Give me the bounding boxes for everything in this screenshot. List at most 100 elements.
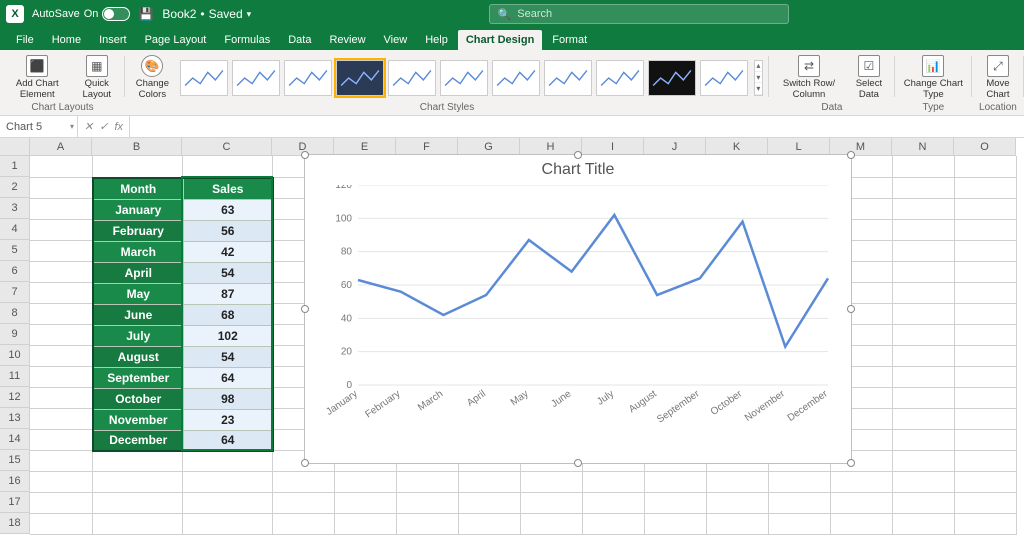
row-header[interactable]: 15 bbox=[0, 450, 30, 471]
style-gallery-scroll[interactable]: ▴▾▾ bbox=[754, 60, 763, 96]
row-header[interactable]: 8 bbox=[0, 303, 30, 324]
chart-title[interactable]: Chart Title bbox=[305, 155, 851, 185]
chart-style-thumb[interactable] bbox=[700, 60, 748, 96]
row-header[interactable]: 11 bbox=[0, 366, 30, 387]
row-header[interactable]: 1 bbox=[0, 156, 30, 177]
svg-text:100: 100 bbox=[335, 213, 352, 224]
resize-handle[interactable] bbox=[847, 305, 855, 313]
spreadsheet-grid[interactable]: ABCDEFGHIJKLMNO 123456789101112131415161… bbox=[0, 138, 1024, 536]
row-header[interactable]: 10 bbox=[0, 345, 30, 366]
data-table[interactable]: MonthSalesJanuary63February56March42Apri… bbox=[92, 177, 274, 452]
select-all-corner[interactable] bbox=[0, 138, 30, 156]
chart-style-thumb[interactable] bbox=[284, 60, 332, 96]
tab-chart-design[interactable]: Chart Design bbox=[458, 30, 542, 50]
chart-style-thumb[interactable] bbox=[440, 60, 488, 96]
select-data-button[interactable]: ☑ Select Data bbox=[849, 53, 889, 102]
row-header[interactable]: 12 bbox=[0, 387, 30, 408]
tab-help[interactable]: Help bbox=[417, 30, 456, 50]
tab-page-layout[interactable]: Page Layout bbox=[137, 30, 215, 50]
move-chart-button[interactable]: ⤢ Move Chart bbox=[978, 53, 1018, 102]
chart-style-thumb[interactable] bbox=[180, 60, 228, 96]
table-row[interactable]: January63 bbox=[93, 199, 273, 220]
chart-style-thumb[interactable] bbox=[388, 60, 436, 96]
embedded-chart[interactable]: Chart Title 020406080100120JanuaryFebrua… bbox=[304, 154, 852, 464]
resize-handle[interactable] bbox=[574, 459, 582, 467]
cancel-icon[interactable]: ✕ bbox=[84, 120, 93, 133]
tab-file[interactable]: File bbox=[8, 30, 42, 50]
column-header[interactable]: A bbox=[30, 138, 92, 156]
table-row[interactable]: March42 bbox=[93, 241, 273, 262]
row-header[interactable]: 6 bbox=[0, 261, 30, 282]
table-row[interactable]: December64 bbox=[93, 430, 273, 451]
row-header[interactable]: 4 bbox=[0, 219, 30, 240]
chart-style-thumb[interactable] bbox=[648, 60, 696, 96]
row-header[interactable]: 7 bbox=[0, 282, 30, 303]
tab-insert[interactable]: Insert bbox=[91, 30, 135, 50]
resize-handle[interactable] bbox=[301, 151, 309, 159]
table-header-cell[interactable]: Month bbox=[93, 178, 183, 199]
tab-data[interactable]: Data bbox=[280, 30, 319, 50]
fx-icon[interactable]: fx bbox=[114, 121, 123, 133]
table-row[interactable]: November23 bbox=[93, 409, 273, 430]
autosave-state: On bbox=[84, 8, 99, 20]
table-row[interactable]: April54 bbox=[93, 262, 273, 283]
search-icon: 🔍 bbox=[498, 8, 512, 21]
confirm-icon[interactable]: ✓ bbox=[99, 120, 108, 133]
chart-style-thumb[interactable] bbox=[232, 60, 280, 96]
resize-handle[interactable] bbox=[301, 459, 309, 467]
excel-logo-icon: X bbox=[6, 5, 24, 23]
document-name[interactable]: Book2 • Saved ▾ bbox=[162, 7, 251, 21]
chart-style-thumb[interactable] bbox=[596, 60, 644, 96]
row-header[interactable]: 18 bbox=[0, 513, 30, 534]
ribbon-group-data: ⇄ Switch Row/ Column ☑ Select Data Data bbox=[769, 50, 895, 115]
resize-handle[interactable] bbox=[847, 459, 855, 467]
resize-handle[interactable] bbox=[574, 151, 582, 159]
save-icon[interactable]: 💾 bbox=[138, 6, 154, 22]
change-chart-type-button[interactable]: 📊 Change Chart Type bbox=[901, 53, 966, 102]
row-header[interactable]: 3 bbox=[0, 198, 30, 219]
chart-plot-area[interactable]: 020406080100120JanuaryFebruaryMarchApril… bbox=[318, 185, 838, 445]
change-colors-button[interactable]: 🎨 Change Colors bbox=[131, 53, 174, 102]
row-header[interactable]: 9 bbox=[0, 324, 30, 345]
svg-text:60: 60 bbox=[341, 280, 353, 291]
quick-layout-button[interactable]: ▦ Quick Layout bbox=[75, 53, 119, 102]
tab-review[interactable]: Review bbox=[321, 30, 373, 50]
row-header[interactable]: 14 bbox=[0, 429, 30, 450]
table-header-cell[interactable]: Sales bbox=[183, 178, 273, 199]
add-chart-element-button[interactable]: ⬛ Add Chart Element bbox=[6, 53, 69, 102]
tab-format[interactable]: Format bbox=[544, 30, 595, 50]
table-row[interactable]: May87 bbox=[93, 283, 273, 304]
resize-handle[interactable] bbox=[301, 305, 309, 313]
formula-input[interactable] bbox=[130, 116, 1024, 137]
row-header[interactable]: 16 bbox=[0, 471, 30, 492]
column-header[interactable]: N bbox=[892, 138, 954, 156]
svg-text:September: September bbox=[655, 388, 702, 425]
column-header[interactable]: C bbox=[182, 138, 272, 156]
column-header[interactable]: O bbox=[954, 138, 1016, 156]
table-row[interactable]: September64 bbox=[93, 367, 273, 388]
cells-area[interactable]: MonthSalesJanuary63February56March42Apri… bbox=[30, 156, 1024, 536]
table-row[interactable]: August54 bbox=[93, 346, 273, 367]
chart-style-thumb[interactable] bbox=[544, 60, 592, 96]
row-header[interactable]: 2 bbox=[0, 177, 30, 198]
table-row[interactable]: July102 bbox=[93, 325, 273, 346]
row-header[interactable]: 17 bbox=[0, 492, 30, 513]
chart-style-thumb[interactable] bbox=[336, 60, 384, 96]
row-header[interactable]: 13 bbox=[0, 408, 30, 429]
table-row[interactable]: June68 bbox=[93, 304, 273, 325]
table-row[interactable]: February56 bbox=[93, 220, 273, 241]
switch-row-column-button[interactable]: ⇄ Switch Row/ Column bbox=[775, 53, 843, 102]
table-row[interactable]: October98 bbox=[93, 388, 273, 409]
chart-style-thumb[interactable] bbox=[492, 60, 540, 96]
search-input[interactable]: 🔍 Search bbox=[489, 4, 789, 24]
toggle-switch-icon[interactable] bbox=[102, 7, 130, 21]
tab-home[interactable]: Home bbox=[44, 30, 89, 50]
resize-handle[interactable] bbox=[847, 151, 855, 159]
ribbon-group-chart-layouts: ⬛ Add Chart Element ▦ Quick Layout Chart… bbox=[0, 50, 125, 115]
autosave-toggle[interactable]: AutoSave On bbox=[32, 7, 130, 21]
column-header[interactable]: B bbox=[92, 138, 182, 156]
tab-view[interactable]: View bbox=[376, 30, 416, 50]
tab-formulas[interactable]: Formulas bbox=[216, 30, 278, 50]
row-header[interactable]: 5 bbox=[0, 240, 30, 261]
name-box[interactable]: Chart 5 ▾ bbox=[0, 116, 78, 137]
